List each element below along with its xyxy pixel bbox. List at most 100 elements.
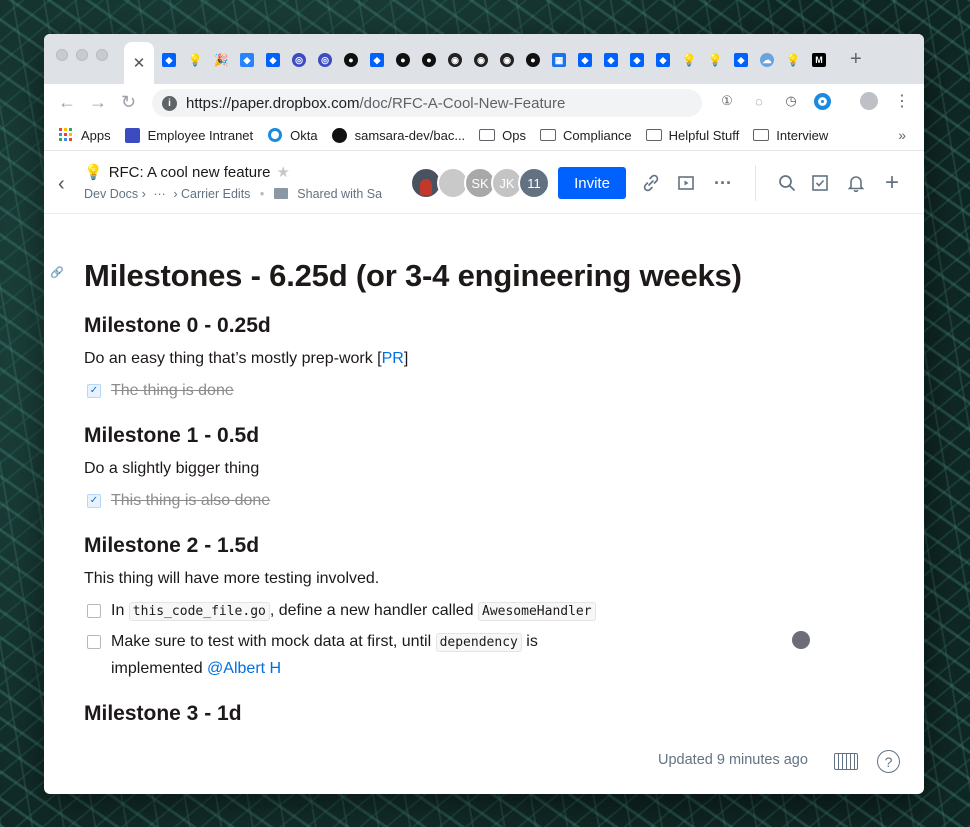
folder-icon <box>540 129 557 141</box>
heading-link-icon[interactable]: 🔗 <box>50 266 64 279</box>
github-icon <box>332 127 348 143</box>
bookmark-employee-intranet[interactable]: Employee Intranet <box>125 127 253 143</box>
pinned-tab[interactable]: ◆ <box>728 51 754 69</box>
shared-with[interactable]: Shared with Sa <box>297 187 382 201</box>
maximize-window-button[interactable] <box>96 49 108 61</box>
assignee-avatar[interactable] <box>792 631 810 649</box>
active-tab[interactable]: ✕ <box>124 42 154 84</box>
collaborators: SK JK 11 <box>410 167 550 199</box>
keyboard-shortcuts-icon[interactable] <box>834 753 858 770</box>
bell-icon[interactable] <box>844 171 868 195</box>
github-icon: ● <box>396 53 410 67</box>
pinned-tab[interactable]: ☁ <box>754 51 780 69</box>
pinned-tab[interactable]: 💡 <box>702 51 728 69</box>
checked-checkbox[interactable]: ✓ <box>87 494 101 508</box>
forward-arrow-icon[interactable]: → <box>89 92 107 113</box>
dropbox-icon: ◆ <box>656 53 670 67</box>
extension-icon[interactable]: ◌ <box>749 91 769 111</box>
bookmark-folder-interview[interactable]: Interview <box>753 128 828 143</box>
bookmark-github[interactable]: samsara-dev/bac... <box>332 127 465 143</box>
avatar-count[interactable]: 11 <box>518 167 550 199</box>
unchecked-checkbox[interactable] <box>87 635 101 649</box>
address-bar[interactable]: i https://paper.dropbox.com/doc/RFC-A-Co… <box>152 89 702 117</box>
milestone-0-section: Milestone 0 - 0.25d Do an easy thing tha… <box>84 314 884 404</box>
pinned-tab[interactable]: ◆ <box>364 51 390 69</box>
pinned-tab[interactable]: ● <box>390 51 416 69</box>
checked-checkbox[interactable]: ✓ <box>87 384 101 398</box>
bookmark-folder-ops[interactable]: Ops <box>479 128 526 143</box>
unchecked-checkbox[interactable] <box>87 604 101 618</box>
search-icon[interactable] <box>775 171 799 195</box>
onepassword-icon[interactable]: ① <box>717 91 737 111</box>
bookmark-apps[interactable]: Apps <box>58 128 111 143</box>
pinned-tab[interactable]: ◉ <box>468 51 494 69</box>
pinned-tab[interactable]: 💡 <box>780 51 806 69</box>
lightbulb-icon: 💡 <box>785 53 801 67</box>
dropbox-icon: ◆ <box>162 53 176 67</box>
party-icon: 🎉 <box>213 53 229 67</box>
bookmark-okta[interactable]: Okta <box>267 128 318 143</box>
okta-extension-icon[interactable] <box>812 91 832 111</box>
pinned-tab[interactable]: ◉ <box>494 51 520 69</box>
dropbox-icon: ◆ <box>734 53 748 67</box>
lightbulb-icon: 💡 <box>84 164 103 181</box>
bookmark-folder-compliance[interactable]: Compliance <box>540 128 632 143</box>
pinned-tab[interactable]: ◆ <box>260 51 286 69</box>
close-tab-icon[interactable]: ✕ <box>133 54 146 72</box>
help-icon[interactable]: ? <box>877 750 900 773</box>
profile-avatar-icon[interactable] <box>859 91 879 111</box>
mention-link[interactable]: @Albert H <box>207 660 281 677</box>
lightbulb-icon: 💡 <box>681 53 697 67</box>
breadcrumb-ellipsis[interactable]: ··· <box>153 187 166 201</box>
clock-icon[interactable]: ◷ <box>781 91 801 111</box>
inline-code: this_code_file.go <box>128 602 270 621</box>
pinned-tab[interactable]: M <box>806 51 832 69</box>
doc-title[interactable]: 💡 RFC: A cool new feature ★ <box>84 163 290 182</box>
pinned-tab[interactable]: ◎ <box>312 51 338 69</box>
invite-button[interactable]: Invite <box>558 167 626 199</box>
more-options-icon[interactable]: ··· <box>711 171 735 195</box>
pinned-tab[interactable]: 🎉 <box>208 51 234 69</box>
paragraph-text: Do an easy thing that’s mostly prep-work… <box>84 350 382 367</box>
github-icon: ● <box>526 53 540 67</box>
pinned-tab[interactable]: ◆ <box>624 51 650 69</box>
pinned-tab[interactable]: 💡 <box>676 51 702 69</box>
pinned-tab[interactable]: ◉ <box>442 51 468 69</box>
minimize-window-button[interactable] <box>76 49 88 61</box>
checklist-icon[interactable] <box>808 171 832 195</box>
new-tab-button[interactable]: + <box>850 48 862 71</box>
pinned-tab[interactable]: ◆ <box>234 51 260 69</box>
pinned-tab[interactable]: ▦ <box>546 51 572 69</box>
present-icon[interactable] <box>674 171 698 195</box>
close-window-button[interactable] <box>56 49 68 61</box>
pr-link[interactable]: PR <box>382 350 404 367</box>
breadcrumb-dev-docs[interactable]: Dev Docs <box>84 187 138 201</box>
back-chevron-icon[interactable]: ‹ <box>58 173 65 196</box>
pinned-tab[interactable]: 💡 <box>182 51 208 69</box>
add-icon[interactable]: + <box>880 169 904 196</box>
pinned-tab[interactable]: ● <box>338 51 364 69</box>
menu-kebab-icon[interactable]: ⋮ <box>892 91 912 111</box>
pinned-tab[interactable]: ● <box>416 51 442 69</box>
pinned-tab[interactable]: ◎ <box>286 51 312 69</box>
reload-icon[interactable]: ↻ <box>121 92 136 113</box>
back-arrow-icon[interactable]: ← <box>58 92 76 113</box>
pinned-tab[interactable]: ◆ <box>598 51 624 69</box>
bookmark-folder-helpful-stuff[interactable]: Helpful Stuff <box>645 128 739 143</box>
calendar-icon: ▦ <box>552 53 566 67</box>
site-info-icon[interactable]: i <box>162 95 177 111</box>
avatar-initials: SK <box>471 175 489 191</box>
pinned-tab[interactable]: ◆ <box>650 51 676 69</box>
mask-icon: ◉ <box>448 53 462 67</box>
pinned-tab[interactable]: ◆ <box>572 51 598 69</box>
star-icon[interactable]: ★ <box>276 163 289 181</box>
task-text: In this_code_file.go, define a new handl… <box>111 598 596 625</box>
breadcrumb-carrier-edits[interactable]: Carrier Edits <box>181 187 250 201</box>
divider <box>755 165 756 201</box>
pinned-tabs: ◆ 💡 🎉 ◆ ◆ ◎ ◎ ● ◆ ● ● ◉ ◉ ◉ ● ▦ ◆ ◆ ◆ ◆ … <box>156 51 832 69</box>
more-bookmarks-icon[interactable]: » <box>898 127 906 143</box>
link-icon[interactable] <box>639 171 663 195</box>
pinned-tab[interactable]: ◆ <box>156 51 182 69</box>
pinned-tab[interactable]: ● <box>520 51 546 69</box>
milestone-2-title: Milestone 2 - 1.5d <box>84 534 260 557</box>
